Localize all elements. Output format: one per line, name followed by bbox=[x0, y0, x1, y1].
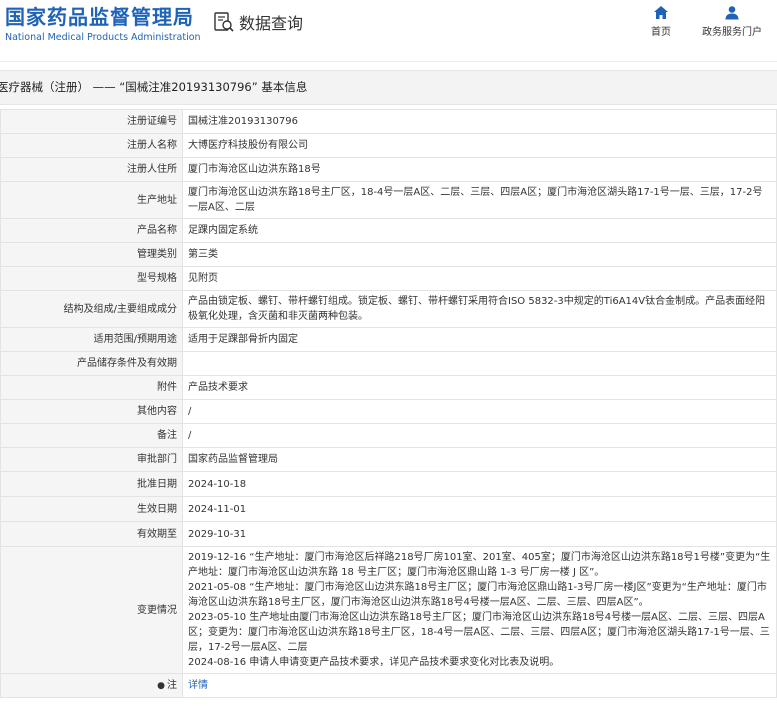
row-value: 产品技术要求 bbox=[182, 375, 777, 400]
row-label: 适用范围/预期用途 bbox=[0, 327, 183, 352]
row-value: 厦门市海沧区山边洪东路18号主厂区，18-4号一层A区、二层、三层、四层A区；厦… bbox=[182, 181, 777, 219]
page-title: 医疗器械（注册） —— “国械注准20193130796” 基本信息 bbox=[0, 70, 777, 105]
row-label: 注册证编号 bbox=[0, 109, 183, 134]
table-row: 批准日期 2024-10-18 bbox=[0, 471, 777, 497]
user-icon bbox=[725, 6, 739, 20]
row-label: 产品储存条件及有效期 bbox=[0, 351, 183, 376]
change-entry: 2023-05-10 生产地址由厦门市海沧区山边洪东路18号主厂区；厦门市海沧区… bbox=[188, 612, 770, 653]
data-search-icon bbox=[214, 12, 234, 32]
row-value: 国家药品监督管理局 bbox=[182, 447, 777, 472]
change-entry: 2024-08-16 申请人申请变更产品技术要求，详见产品技术要求变化对比表及说… bbox=[188, 657, 560, 668]
table-row: 产品名称 足踝内固定系统 bbox=[0, 218, 777, 243]
row-value: / bbox=[182, 399, 777, 424]
data-query-title: 数据查询 bbox=[213, 10, 303, 34]
brand-name-en: National Medical Products Administration bbox=[5, 32, 201, 43]
table-row: 注册人名称 大博医疗科技股份有限公司 bbox=[0, 133, 777, 158]
table-row: 适用范围/预期用途 适用于足踝部骨折内固定 bbox=[0, 327, 777, 352]
table-row: 型号规格 见附页 bbox=[0, 266, 777, 291]
table-row: 有效期至 2029-10-31 bbox=[0, 521, 777, 547]
row-value: 第三类 bbox=[182, 242, 777, 267]
row-label: 产品名称 bbox=[0, 218, 183, 243]
row-value: 大博医疗科技股份有限公司 bbox=[182, 133, 777, 158]
row-value bbox=[182, 351, 777, 376]
row-label: 注册人住所 bbox=[0, 157, 183, 182]
row-value: 2024-11-01 bbox=[182, 496, 777, 522]
header-divider bbox=[0, 61, 777, 62]
table-row: 其他内容 / bbox=[0, 399, 777, 424]
row-label: 其他内容 bbox=[0, 399, 183, 424]
row-value: 2024-10-18 bbox=[182, 471, 777, 497]
row-label: 有效期至 bbox=[0, 521, 183, 547]
home-icon bbox=[654, 6, 668, 19]
row-label: 变更情况 bbox=[0, 546, 183, 674]
row-value: 国械注准20193130796 bbox=[182, 109, 777, 134]
row-value: / bbox=[182, 423, 777, 448]
data-query-label: 数据查询 bbox=[239, 14, 304, 33]
brand-name-cn: 国家药品监督管理局 bbox=[5, 5, 194, 29]
row-label: 附件 bbox=[0, 375, 183, 400]
table-row-note: ● 注 详情 bbox=[0, 673, 777, 698]
row-label: ● 注 bbox=[0, 673, 183, 698]
row-value: 2029-10-31 bbox=[182, 521, 777, 547]
row-value: 见附页 bbox=[182, 266, 777, 291]
table-row: 生效日期 2024-11-01 bbox=[0, 496, 777, 522]
site-header: 国家药品监督管理局 National Medical Products Admi… bbox=[0, 0, 777, 62]
site-logo[interactable]: 国家药品监督管理局 National Medical Products Admi… bbox=[5, 5, 201, 43]
row-label: 注册人名称 bbox=[0, 133, 183, 158]
nav-service-portal[interactable]: 政务服务门户 bbox=[702, 5, 762, 38]
row-label: 管理类别 bbox=[0, 242, 183, 267]
change-entry: 2019-12-16 “生产地址：厦门市海沧区后祥路218号厂房101室、201… bbox=[188, 552, 771, 578]
row-value: 足踝内固定系统 bbox=[182, 218, 777, 243]
table-row: 备注 / bbox=[0, 423, 777, 448]
change-entry: 2021-05-08 “生产地址：厦门市海沧区山边洪东路18号主厂区；厦门市海沧… bbox=[188, 582, 767, 608]
row-label: 生效日期 bbox=[0, 496, 183, 522]
row-label: 生产地址 bbox=[0, 181, 183, 219]
table-row: 产品储存条件及有效期 bbox=[0, 351, 777, 376]
table-row: 注册人住所 厦门市海沧区山边洪东路18号 bbox=[0, 157, 777, 182]
change-history: 2019-12-16 “生产地址：厦门市海沧区后祥路218号厂房101室、201… bbox=[182, 546, 777, 674]
table-row: 生产地址 厦门市海沧区山边洪东路18号主厂区，18-4号一层A区、二层、三层、四… bbox=[0, 181, 777, 219]
nav-home[interactable]: 首页 bbox=[631, 5, 691, 38]
row-value: 厦门市海沧区山边洪东路18号 bbox=[182, 157, 777, 182]
row-value: 适用于足踝部骨折内固定 bbox=[182, 327, 777, 352]
row-value: 详情 bbox=[182, 673, 777, 698]
table-row: 注册证编号 国械注准20193130796 bbox=[0, 109, 777, 134]
table-row-changes: 变更情况 2019-12-16 “生产地址：厦门市海沧区后祥路218号厂房101… bbox=[0, 546, 777, 674]
row-label: 批准日期 bbox=[0, 471, 183, 497]
nav-service-portal-label: 政务服务门户 bbox=[702, 27, 762, 38]
row-label: 审批部门 bbox=[0, 447, 183, 472]
table-row: 结构及组成/主要组成成分 产品由锁定板、螺钉、带杆螺钉组成。锁定板、螺钉、带杆螺… bbox=[0, 290, 777, 328]
details-link[interactable]: 详情 bbox=[188, 680, 208, 691]
table-row: 审批部门 国家药品监督管理局 bbox=[0, 447, 777, 472]
row-label: 备注 bbox=[0, 423, 183, 448]
page-title-text: 医疗器械（注册） —— “国械注准20193130796” 基本信息 bbox=[0, 80, 308, 94]
table-row: 管理类别 第三类 bbox=[0, 242, 777, 267]
bulb-icon: ● bbox=[157, 680, 165, 691]
row-value: 产品由锁定板、螺钉、带杆螺钉组成。锁定板、螺钉、带杆螺钉采用符合ISO 5832… bbox=[182, 290, 777, 328]
row-label: 型号规格 bbox=[0, 266, 183, 291]
table-row: 附件 产品技术要求 bbox=[0, 375, 777, 400]
row-label: 结构及组成/主要组成成分 bbox=[0, 290, 183, 328]
registration-info-table: 注册证编号 国械注准20193130796 注册人名称 大博医疗科技股份有限公司… bbox=[0, 109, 777, 698]
note-label: 注 bbox=[167, 679, 177, 691]
nav-home-label: 首页 bbox=[651, 27, 671, 38]
